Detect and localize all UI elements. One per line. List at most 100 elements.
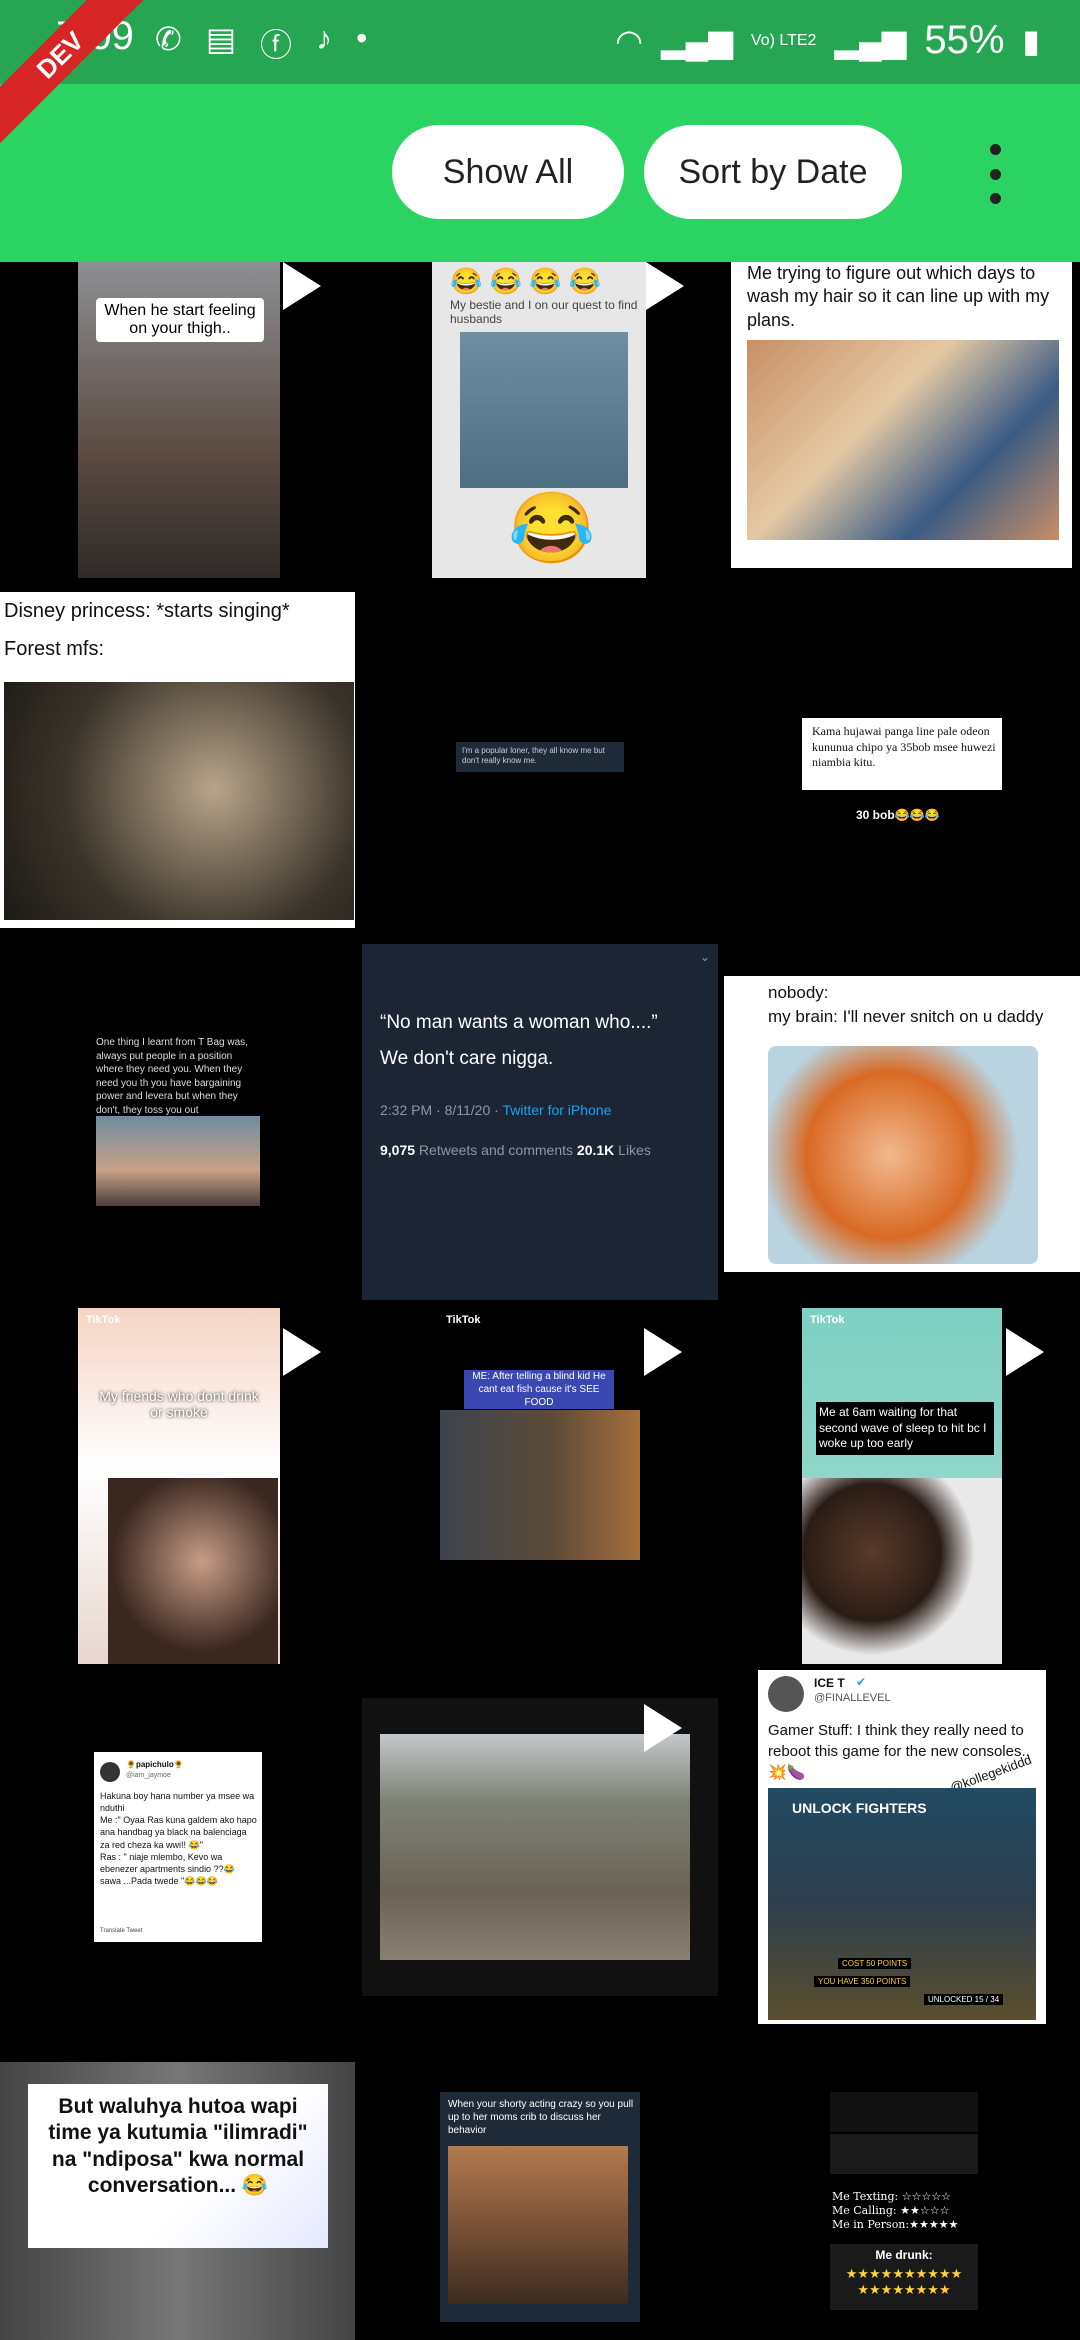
- video-caption: When he start feeling on your thigh..: [96, 298, 264, 342]
- battery-icon: ▮: [1022, 22, 1040, 59]
- translate-link[interactable]: Translate Tweet: [100, 1928, 142, 1934]
- drunk-label: Me drunk:: [875, 2248, 933, 2262]
- network-label: Vo) LTE2: [750, 31, 817, 49]
- media-tile-9[interactable]: nobody: my brain: I'll never snitch on u…: [724, 976, 1080, 1272]
- tweet-subtext: 30 bob😂😂😂: [856, 808, 940, 822]
- media-tile-10[interactable]: TikTok My friends who dont drink or smok…: [78, 1308, 280, 1664]
- app-bar: Show All Sort by Date: [0, 84, 1080, 262]
- tweet-author: ICE T: [814, 1676, 845, 1690]
- meme-image: [96, 1116, 260, 1206]
- whatsapp-icon: ✆: [155, 21, 182, 57]
- sort-by-date-button[interactable]: Sort by Date: [644, 125, 902, 219]
- tweet-stats: 9,075 Retweets and comments 20.1K Likes: [380, 1142, 651, 1158]
- meme-image: [768, 1046, 1038, 1264]
- video-caption: ME: After telling a blind kid He cant ea…: [464, 1370, 614, 1409]
- meme-line-2: my brain: I'll never snitch on u daddy: [768, 1007, 1044, 1026]
- verified-icon: ✔: [856, 1675, 867, 1689]
- game-unlocked: UNLOCKED 15 / 34: [924, 1994, 1004, 2005]
- video-caption: My friends who dont drink or smoke: [99, 1388, 259, 1420]
- emoji-row: 😂 😂 😂 😂: [450, 266, 602, 296]
- tweet-quote: “No man wants a woman who....”: [380, 1012, 658, 1033]
- meme-image: [4, 682, 354, 920]
- game-points: YOU HAVE 350 POINTS: [814, 1976, 911, 1987]
- tweet-text: When your shorty acting crazy so you pul…: [448, 2099, 634, 2136]
- play-icon[interactable]: [644, 1328, 682, 1376]
- media-tile-12[interactable]: TikTok Me at 6am waiting for that second…: [802, 1308, 1002, 1664]
- avatar: [768, 1676, 804, 1712]
- video-caption: My bestie and I on our quest to find hus…: [450, 298, 638, 326]
- thumbnail-image: [440, 1410, 640, 1560]
- status-bar: 7:09 ✆ ▤ ⓕ ♪ • ◠ ▂▄▆ Vo) LTE2 ▂▄▆ 55% ▮: [0, 0, 1080, 84]
- show-all-button[interactable]: Show All: [392, 125, 624, 219]
- media-tile-8[interactable]: ⌄ “No man wants a woman who....” We don'…: [362, 944, 718, 1300]
- battery-percent: 55%: [924, 18, 1005, 62]
- tiktok-icon: ♪: [316, 20, 333, 56]
- media-grid: When he start feeling on your thigh.. 😂 …: [0, 262, 1080, 2340]
- rating-texting: Me Texting: ☆☆☆☆☆: [832, 2190, 952, 2204]
- media-tile-1[interactable]: When he start feeling on your thigh..: [78, 262, 280, 578]
- thumbnail-image: [460, 332, 628, 488]
- facebook-icon: ⓕ: [260, 27, 293, 63]
- message-icon: ▤: [205, 21, 237, 57]
- tweet-author: 🌻papichulo🌻: [126, 1760, 184, 1769]
- media-tile-13[interactable]: 🌻papichulo🌻 @iam_jaymoe Hakuna boy hana …: [94, 1752, 262, 1942]
- notification-icons: ✆ ▤ ⓕ ♪ •: [155, 20, 367, 66]
- meme-image: [747, 340, 1059, 540]
- big-emoji: 😂: [508, 489, 596, 567]
- tweet-text: Hakuna boy hana number ya msee wa nduthi…: [100, 1791, 257, 1886]
- blank-block: [830, 2092, 978, 2132]
- meme-image: [448, 2146, 628, 2304]
- meme-card: But waluhya hutoa wapi time ya kutumia "…: [28, 2084, 328, 2248]
- overflow-menu-icon[interactable]: [980, 144, 1010, 204]
- media-tile-16[interactable]: But waluhya hutoa wapi time ya kutumia "…: [0, 2062, 355, 2340]
- media-tile-3[interactable]: Me trying to figure out which days to wa…: [731, 262, 1072, 568]
- game-title: UNLOCK FIGHTERS: [792, 1800, 927, 1816]
- media-tile-11[interactable]: TikTok ME: After telling a blind kid He …: [440, 1308, 640, 1564]
- rating-person: Me in Person:★★★★★: [832, 2218, 959, 2232]
- play-icon[interactable]: [646, 262, 684, 310]
- media-tile-5[interactable]: I'm a popular loner, they all know me bu…: [456, 742, 624, 772]
- tiktok-brand: TikTok: [810, 1314, 845, 1326]
- more-notifications-dot-icon: •: [356, 20, 368, 56]
- thumbnail-image: [380, 1734, 690, 1960]
- avatar: [100, 1762, 120, 1782]
- tweet-meta: 2:32 PM · 8/11/20 · Twitter for iPhone: [380, 1102, 612, 1118]
- play-icon[interactable]: [283, 262, 321, 310]
- thumbnail-image: [108, 1478, 278, 1664]
- meme-line-1: Disney princess: *starts singing*: [4, 600, 290, 622]
- tweet-text: Kama hujawai panga line pale odeon kunun…: [812, 724, 996, 770]
- drunk-card: Me drunk: ★★★★★★★★★★★★★★★★★★: [830, 2244, 978, 2310]
- meme-line-1: nobody:: [768, 983, 829, 1002]
- tweet-text: One thing I learnt from T Bag was, alway…: [96, 1037, 248, 1116]
- media-tile-15[interactable]: ICE T ✔ @FINALLEVEL Gamer Stuff: I think…: [758, 1670, 1046, 2024]
- media-tile-2[interactable]: 😂 😂 😂 😂 My bestie and I on our quest to …: [432, 262, 646, 578]
- tweet-handle: @FINALLEVEL: [814, 1692, 891, 1704]
- tiktok-brand: TikTok: [86, 1314, 121, 1326]
- media-tile-4[interactable]: Disney princess: *starts singing* Forest…: [0, 592, 355, 928]
- signal-2-icon: ▂▄▆: [834, 22, 907, 59]
- meme-caption: But waluhya hutoa wapi time ya kutumia "…: [48, 2095, 308, 2197]
- media-tile-6[interactable]: Kama hujawai panga line pale odeon kunun…: [802, 718, 1002, 790]
- media-tile-17[interactable]: When your shorty acting crazy so you pul…: [440, 2092, 640, 2322]
- play-icon[interactable]: [1006, 1328, 1044, 1376]
- drunk-stars: ★★★★★★★★★★★★★★★★★★: [845, 2266, 963, 2297]
- tweet-text: I'm a popular loner, they all know me bu…: [462, 746, 605, 766]
- tiktok-brand: TikTok: [446, 1314, 481, 1326]
- play-icon[interactable]: [283, 1328, 321, 1376]
- media-tile-7[interactable]: One thing I learnt from T Bag was, alway…: [96, 1036, 260, 1206]
- thumbnail-image: [802, 1478, 1002, 1664]
- game-cost: COST 50 POINTS: [838, 1958, 912, 1969]
- video-caption: Me at 6am waiting for that second wave o…: [816, 1402, 994, 1455]
- tweet-line-2: We don't care nigga.: [380, 1048, 554, 1069]
- rating-calling: Me Calling: ★★☆☆☆: [832, 2204, 950, 2218]
- system-icons: ◠ ▂▄▆ Vo) LTE2 ▂▄▆ 55% ▮: [615, 18, 1040, 63]
- play-icon[interactable]: [644, 1704, 682, 1752]
- chevron-down-icon[interactable]: ⌄: [700, 950, 710, 964]
- meme-caption: Me trying to figure out which days to wa…: [747, 263, 1050, 330]
- tweet-handle: @iam_jaymoe: [126, 1772, 171, 1779]
- media-tile-18[interactable]: Me Texting: ☆☆☆☆☆ Me Calling: ★★☆☆☆ Me i…: [830, 2092, 978, 2312]
- signal-icon: ▂▄▆: [661, 22, 733, 59]
- meme-line-2: Forest mfs:: [4, 638, 105, 660]
- blank-block-2: [830, 2134, 978, 2174]
- wifi-icon: ◠: [615, 22, 644, 59]
